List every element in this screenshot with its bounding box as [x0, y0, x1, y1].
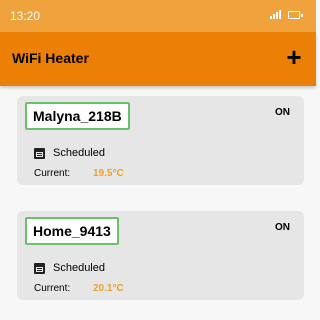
signal-bars-icon — [270, 10, 282, 19]
current-temperature: 20.1°C — [93, 283, 124, 294]
device-card[interactable]: Malyna_218B ON Scheduled Current: 19.5°C — [17, 96, 304, 185]
device-mode: Scheduled — [53, 147, 105, 159]
device-mode: Scheduled — [53, 262, 105, 274]
device-state[interactable]: ON — [275, 107, 290, 118]
device-name[interactable]: Malyna_218B — [25, 102, 130, 130]
current-temperature: 19.5°C — [93, 168, 124, 179]
device-name[interactable]: Home_9413 — [25, 217, 119, 245]
current-label: Current: — [34, 168, 71, 179]
app-bar: WiFi Heater + — [0, 32, 316, 86]
status-time: 13:20 — [10, 9, 41, 23]
status-bar: 13:20 — [0, 0, 316, 32]
current-label: Current: — [34, 283, 71, 294]
device-card[interactable]: Home_9413 ON Scheduled Current: 20.1°C — [17, 211, 304, 300]
calendar-icon — [34, 263, 45, 274]
app-title: WiFi Heater — [12, 50, 89, 66]
battery-icon — [288, 11, 303, 19]
device-state[interactable]: ON — [275, 222, 290, 233]
calendar-icon — [34, 148, 45, 159]
add-device-button[interactable]: + — [282, 44, 306, 70]
